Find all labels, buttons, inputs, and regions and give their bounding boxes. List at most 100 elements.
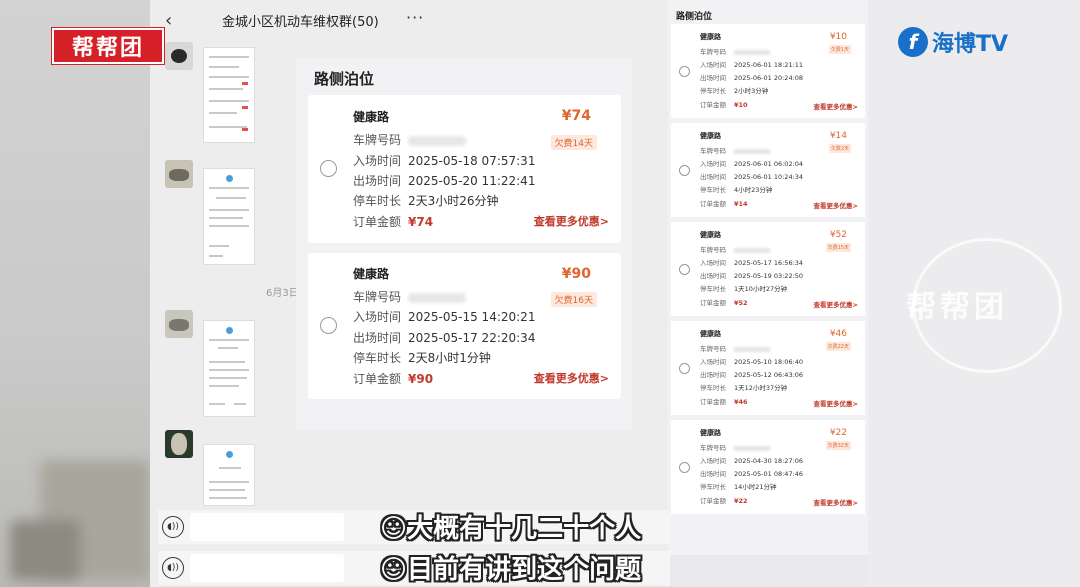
message-image[interactable]: [203, 168, 255, 265]
entry-label: 入场时间: [700, 457, 726, 465]
amount-label: 订单金额: [700, 398, 726, 406]
amount-row: 订单金额 ¥10: [700, 99, 748, 109]
duration-row: 停车时长 1天12小时37分钟: [700, 382, 787, 392]
street-name: 健康路: [353, 267, 390, 281]
side-order-card[interactable]: 健康路 ¥52 欠费15天 车牌号码 入场时间 2025-05-17 16:56:…: [671, 222, 865, 316]
order-radio[interactable]: [320, 160, 337, 177]
plate-value-blurred: [734, 445, 770, 451]
side-panel-title: 路侧泊位: [676, 12, 713, 22]
plate-label: 车牌号码: [700, 48, 726, 56]
exit-row: 出场时间 2025-05-19 03:22:50: [700, 270, 803, 280]
more-offers-link[interactable]: 查看更多优惠>: [814, 299, 858, 309]
message-image[interactable]: [203, 320, 255, 417]
haibo-mark-icon: f: [898, 27, 928, 57]
entry-row: 入场时间 2025-05-18 07:57:31: [353, 152, 535, 169]
order-price: ¥14: [829, 131, 847, 141]
exit-label: 出场时间: [700, 74, 726, 82]
amount-value: ¥10: [734, 101, 748, 109]
message-image[interactable]: [203, 47, 255, 143]
duration-value: 1天12小时37分钟: [734, 384, 788, 392]
haibo-tv-logo: f 海博TV: [898, 26, 1008, 58]
voice-transcript-field: [190, 554, 344, 582]
side-order-card[interactable]: 健康路 ¥46 欠费22天 车牌号码 入场时间 2025-05-10 18:06:…: [671, 321, 865, 415]
entry-time: 2025-06-01 18:21:11: [734, 61, 804, 69]
duration-label: 停车时长: [353, 194, 402, 208]
entry-time: 2025-05-10 18:06:40: [734, 358, 804, 366]
plate-value-blurred: [734, 346, 770, 352]
plate-value-blurred: [734, 247, 770, 253]
entry-label: 入场时间: [700, 259, 726, 267]
more-offers-link[interactable]: 查看更多优惠>: [814, 398, 858, 408]
duration-label: 停车时长: [700, 186, 726, 194]
overdue-badge: 欠费32天: [825, 441, 851, 450]
plate-label: 车牌号码: [353, 290, 402, 304]
plate-row: 车牌号码: [700, 145, 770, 155]
subtitle-line-1: ☺大概有十几二十个人: [380, 514, 642, 544]
entry-row: 入场时间 2025-05-15 14:20:21: [353, 308, 535, 325]
more-offers-link[interactable]: 查看更多优惠>: [814, 497, 858, 507]
entry-label: 入场时间: [700, 61, 726, 69]
overdue-badge: 欠费2天: [828, 144, 851, 153]
exit-label: 出场时间: [700, 371, 726, 379]
entry-time: 2025-05-15 14:20:21: [408, 310, 536, 324]
plate-value-blurred: [408, 292, 466, 303]
street-name: 健康路: [700, 33, 721, 41]
order-radio[interactable]: [679, 264, 690, 275]
more-offers-link[interactable]: 查看更多优惠>: [814, 200, 858, 210]
amount-row: 订单金额 ¥14: [700, 198, 748, 208]
order-radio[interactable]: [679, 462, 690, 473]
entry-time: 2025-06-01 06:02:04: [734, 160, 804, 168]
order-radio[interactable]: [679, 66, 690, 77]
avatar: [165, 160, 193, 188]
amount-row: 订单金额 ¥90: [353, 370, 433, 387]
amount-row: 订单金额 ¥22: [700, 495, 748, 505]
side-order-card[interactable]: 健康路 ¥22 欠费32天 车牌号码 入场时间 2025-04-30 18:27:…: [671, 420, 865, 514]
amount-label: 订单金额: [353, 215, 402, 229]
plate-row: 车牌号码: [353, 131, 466, 148]
side-order-card[interactable]: 健康路 ¥10 欠费1天 车牌号码 入场时间 2025-06-01 18:21:1…: [671, 24, 865, 118]
order-radio[interactable]: [679, 165, 690, 176]
plate-row: 车牌号码: [353, 288, 466, 305]
exit-time: 2025-06-01 10:24:34: [734, 173, 804, 181]
street-name: 健康路: [700, 429, 721, 437]
exit-row: 出场时间 2025-05-01 08:47:46: [700, 468, 803, 478]
exit-row: 出场时间 2025-05-20 11:22:41: [353, 172, 535, 189]
duration-row: 停车时长 14小时21分钟: [700, 481, 777, 491]
back-button[interactable]: ‹: [165, 10, 181, 31]
more-dots-icon[interactable]: ···: [406, 8, 424, 27]
entry-label: 入场时间: [700, 160, 726, 168]
entry-time: 2025-04-30 18:27:06: [734, 457, 804, 465]
amount-label: 订单金额: [700, 497, 726, 505]
side-order-card[interactable]: 健康路 ¥14 欠费2天 车牌号码 入场时间 2025-06-01 06:02:0…: [671, 123, 865, 217]
order-radio[interactable]: [320, 317, 337, 334]
more-offers-link[interactable]: 查看更多优惠>: [534, 213, 609, 229]
blurred-background: [0, 0, 150, 587]
exit-label: 出场时间: [700, 272, 726, 280]
avatar: [165, 430, 193, 458]
more-offers-link[interactable]: 查看更多优惠>: [534, 370, 609, 386]
parking-order-card[interactable]: 健康路 ¥90 欠费16天 车牌号码 入场时间 2025-05-15 14:20:…: [308, 253, 621, 399]
order-radio[interactable]: [679, 363, 690, 374]
exit-label: 出场时间: [700, 470, 726, 478]
subtitle-line-2: ☺目前有讲到这个问题: [380, 555, 642, 585]
plate-label: 车牌号码: [700, 246, 726, 254]
order-price: ¥74: [561, 108, 591, 124]
amount-value: ¥46: [734, 398, 748, 406]
more-offers-link[interactable]: 查看更多优惠>: [814, 101, 858, 111]
exit-row: 出场时间 2025-06-01 10:24:34: [700, 171, 803, 181]
plate-row: 车牌号码: [700, 244, 770, 254]
amount-row: 订单金额 ¥52: [700, 297, 748, 307]
overdue-badge: 欠费1天: [828, 45, 851, 54]
amount-row: 订单金额 ¥74: [353, 213, 433, 230]
exit-row: 出场时间 2025-05-17 22:20:34: [353, 329, 535, 346]
duration-row: 停车时长 1天10小时27分钟: [700, 283, 787, 293]
plate-row: 车牌号码: [700, 442, 770, 452]
plate-value-blurred: [734, 148, 770, 154]
message-image[interactable]: [203, 444, 255, 506]
voice-icon[interactable]: ◖)): [162, 516, 184, 538]
panel-title: 路侧泊位: [314, 70, 375, 88]
plate-row: 车牌号码: [700, 46, 770, 56]
parking-order-card[interactable]: 健康路 ¥74 欠费14天 车牌号码 入场时间 2025-05-18 07:57:…: [308, 95, 621, 243]
voice-icon[interactable]: ◖)): [162, 557, 184, 579]
amount-value: ¥22: [734, 497, 748, 505]
